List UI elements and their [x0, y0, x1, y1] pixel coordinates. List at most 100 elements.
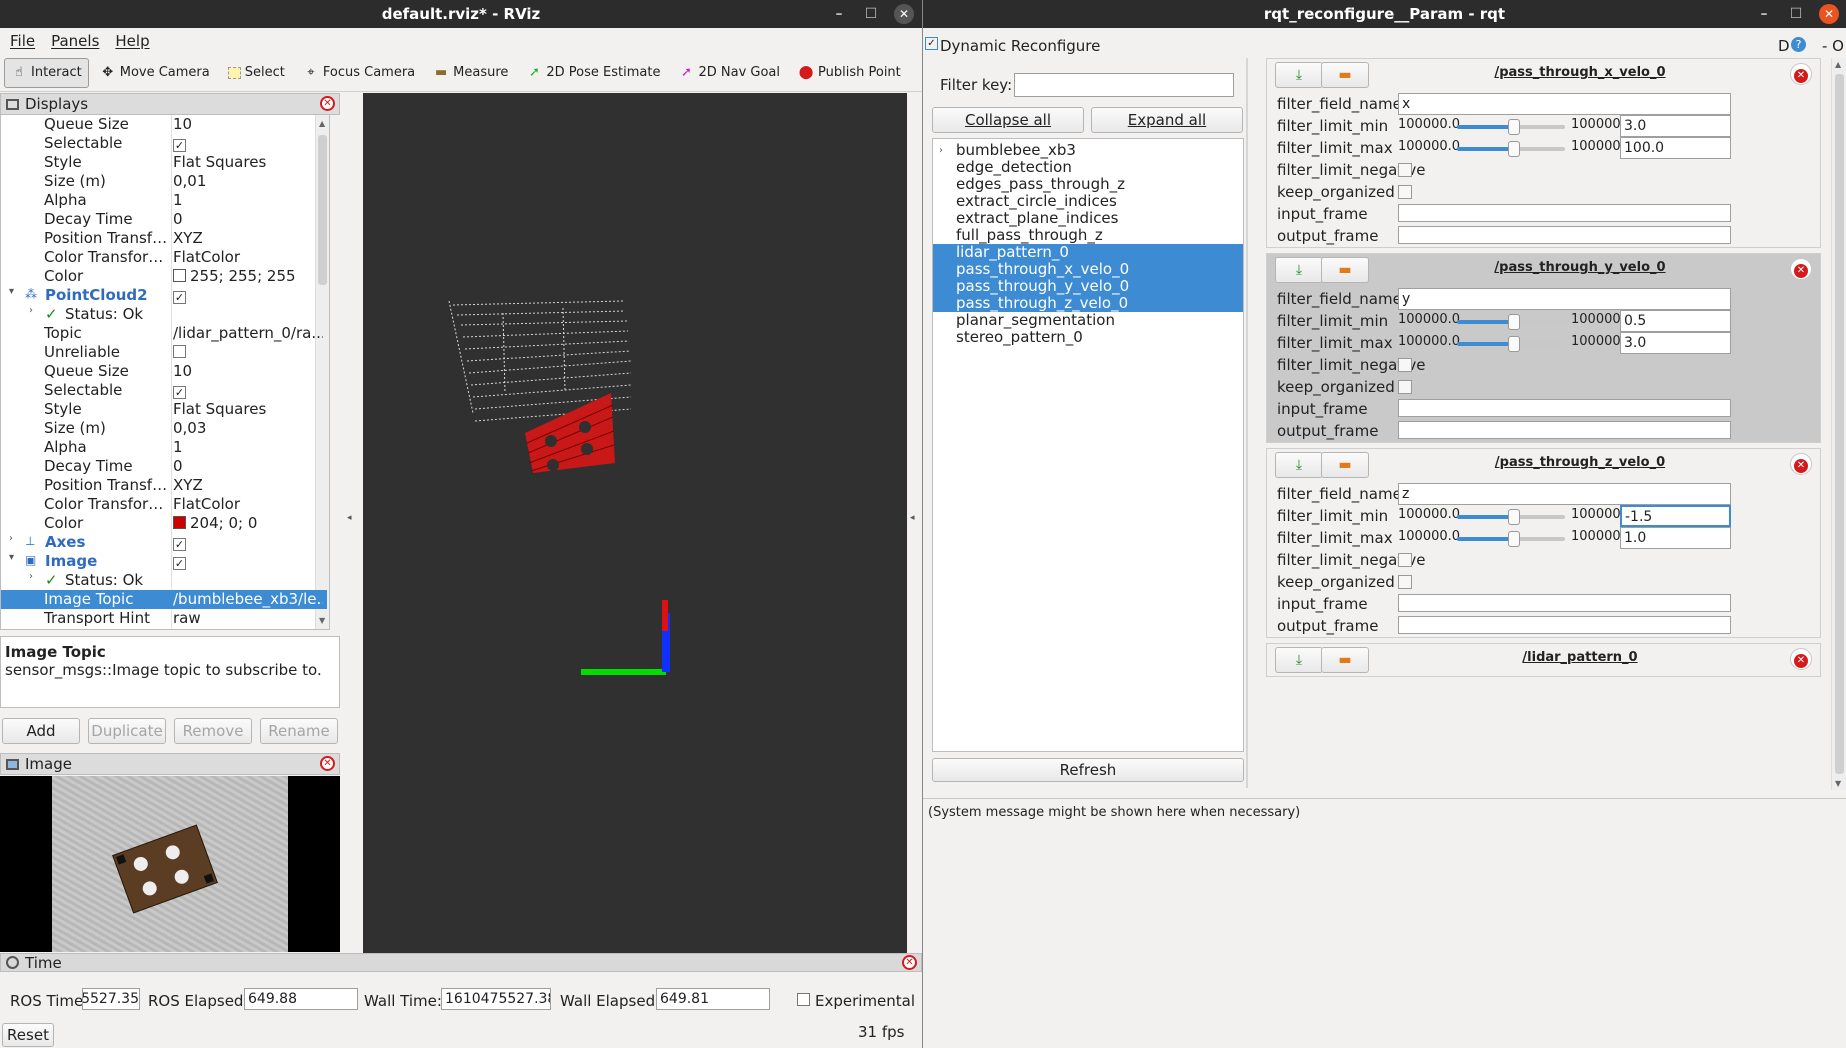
remove-display-button[interactable]: Remove: [174, 718, 252, 744]
close-icon[interactable]: ✕: [1819, 4, 1839, 24]
close-group-button[interactable]: ✕: [1790, 453, 1812, 475]
expand-arrow-icon[interactable]: ▾: [9, 552, 14, 563]
close-dock-icon[interactable]: ✕: [320, 96, 335, 111]
property-row[interactable]: Color Transfor… FlatColor: [1, 495, 327, 514]
frame-input[interactable]: [1398, 594, 1731, 612]
dock-splitter-right[interactable]: ◂: [907, 93, 922, 953]
close-dock-icon[interactable]: ✕: [902, 955, 917, 970]
property-row[interactable]: Queue Size 10: [1, 115, 327, 134]
property-value[interactable]: 0: [173, 457, 323, 475]
property-value[interactable]: ✓: [173, 134, 323, 152]
property-value[interactable]: 10: [173, 362, 323, 380]
checkbox[interactable]: [1398, 358, 1412, 372]
minimize-icon[interactable]: –: [1755, 5, 1773, 23]
rename-display-button[interactable]: Rename: [260, 718, 338, 744]
value-input[interactable]: 1.0: [1620, 527, 1731, 549]
checkbox[interactable]: ✓: [173, 139, 186, 152]
wall-time-field[interactable]: 1610475527.38: [441, 988, 551, 1010]
refresh-button[interactable]: Refresh: [932, 758, 1244, 782]
close-group-button[interactable]: ✕: [1790, 258, 1812, 280]
open-params-button[interactable]: ▬: [1321, 452, 1369, 478]
ros-elapsed-field[interactable]: 649.88: [244, 988, 358, 1010]
checkbox[interactable]: ✓: [173, 557, 186, 570]
tool-interact[interactable]: ☝ Interact: [4, 57, 89, 88]
frame-input[interactable]: [1398, 204, 1731, 222]
tool-measure[interactable]: ▬ Measure: [426, 58, 515, 88]
property-row[interactable]: Position Transf… XYZ: [1, 476, 327, 495]
help-icon[interactable]: ?: [1791, 37, 1806, 52]
collapse-arrow-icon[interactable]: ›: [29, 571, 33, 582]
property-value[interactable]: Flat Squares: [173, 153, 323, 171]
node-item[interactable]: › bumblebee_xb3: [933, 142, 1243, 159]
filter-key-input[interactable]: [1014, 73, 1234, 97]
menu-file[interactable]: File: [10, 32, 35, 50]
property-row[interactable]: Color 204; 0; 0: [1, 514, 327, 533]
node-item[interactable]: stereo_pattern_0: [933, 329, 1243, 346]
property-row[interactable]: Style Flat Squares: [1, 153, 327, 172]
wall-elapsed-field[interactable]: 649.81: [656, 988, 770, 1010]
save-params-button[interactable]: ⤓: [1275, 62, 1323, 88]
property-row[interactable]: › ✓ Status: Ok: [1, 571, 327, 590]
property-value[interactable]: Flat Squares: [173, 400, 323, 418]
add-display-button[interactable]: Add: [2, 718, 80, 744]
property-value[interactable]: 255; 255; 255: [173, 267, 323, 285]
property-value[interactable]: 204; 0; 0: [173, 514, 323, 532]
close-group-button[interactable]: ✕: [1790, 648, 1812, 670]
value-slider[interactable]: [1457, 119, 1565, 135]
property-value[interactable]: 1: [173, 438, 323, 456]
value-input[interactable]: 3.0: [1620, 332, 1731, 354]
node-item[interactable]: full_pass_through_z: [933, 227, 1243, 244]
checkbox[interactable]: ✓: [173, 291, 186, 304]
property-row[interactable]: Queue Size 10: [1, 362, 327, 381]
property-row[interactable]: Decay Time 0: [1, 457, 327, 476]
param-scrollbar[interactable]: ▲ ▼: [1831, 58, 1846, 790]
plugin-d-label[interactable]: D: [1778, 37, 1790, 55]
node-item[interactable]: pass_through_y_velo_0: [933, 278, 1243, 295]
node-item[interactable]: edges_pass_through_z: [933, 176, 1243, 193]
property-row[interactable]: › ✓ Status: Ok: [1, 305, 327, 324]
value-slider[interactable]: [1457, 141, 1565, 157]
node-item[interactable]: pass_through_z_velo_0: [933, 295, 1243, 312]
property-value[interactable]: XYZ: [173, 229, 323, 247]
property-row[interactable]: Selectable ✓: [1, 381, 327, 400]
value-input[interactable]: 0.5: [1620, 310, 1731, 332]
tool-2d-nav-goal[interactable]: ➚ 2D Nav Goal: [671, 58, 787, 88]
tool-select[interactable]: Select: [221, 58, 292, 88]
frame-input[interactable]: [1398, 226, 1731, 244]
checkbox[interactable]: ✓: [173, 538, 186, 551]
expand-arrow-icon[interactable]: ▾: [9, 286, 14, 297]
frame-input[interactable]: [1398, 616, 1731, 634]
property-row[interactable]: Position Transf… XYZ: [1, 229, 327, 248]
tool-move-camera[interactable]: ✥ Move Camera: [93, 58, 217, 88]
checkbox[interactable]: ✓: [173, 386, 186, 399]
property-row[interactable]: Topic/lidar_pattern_0/ra...: [1, 324, 327, 343]
close-group-button[interactable]: ✕: [1790, 63, 1812, 85]
field-name-input[interactable]: z: [1398, 483, 1731, 505]
property-row[interactable]: Alpha 1: [1, 191, 327, 210]
experimental-checkbox[interactable]: [797, 993, 810, 1006]
plugin-window-controls[interactable]: - O: [1822, 37, 1844, 55]
property-row[interactable]: Image Topic/bumblebee_xb3/le...: [1, 590, 327, 609]
reset-button[interactable]: Reset: [2, 1023, 54, 1047]
expand-all-button[interactable]: Expand all: [1091, 107, 1243, 133]
checkbox[interactable]: [1398, 553, 1412, 567]
property-value[interactable]: ✓: [173, 381, 323, 399]
slider-handle[interactable]: [1508, 314, 1520, 330]
tool-publish-point[interactable]: ⬤ Publish Point: [791, 58, 908, 88]
maximize-icon[interactable]: ☐: [1787, 5, 1805, 23]
value-slider[interactable]: [1457, 336, 1565, 352]
menu-panels[interactable]: Panels: [51, 32, 99, 50]
display-item[interactable]: ▾ ▣ Image ✓: [1, 552, 327, 571]
property-value[interactable]: raw: [173, 609, 323, 627]
slider-handle[interactable]: [1508, 141, 1520, 157]
slider-handle[interactable]: [1508, 336, 1520, 352]
property-value[interactable]: ✓: [173, 533, 323, 551]
checkbox[interactable]: [1398, 380, 1412, 394]
slider-handle[interactable]: [1508, 531, 1520, 547]
value-input[interactable]: 3.0: [1620, 115, 1731, 137]
property-value[interactable]: [173, 343, 323, 361]
property-row[interactable]: Transport Hint raw: [1, 609, 327, 628]
close-dock-icon[interactable]: ✕: [320, 756, 335, 771]
property-value[interactable]: /lidar_pattern_0/ra...: [173, 324, 323, 342]
value-input[interactable]: 100.0: [1620, 137, 1731, 159]
